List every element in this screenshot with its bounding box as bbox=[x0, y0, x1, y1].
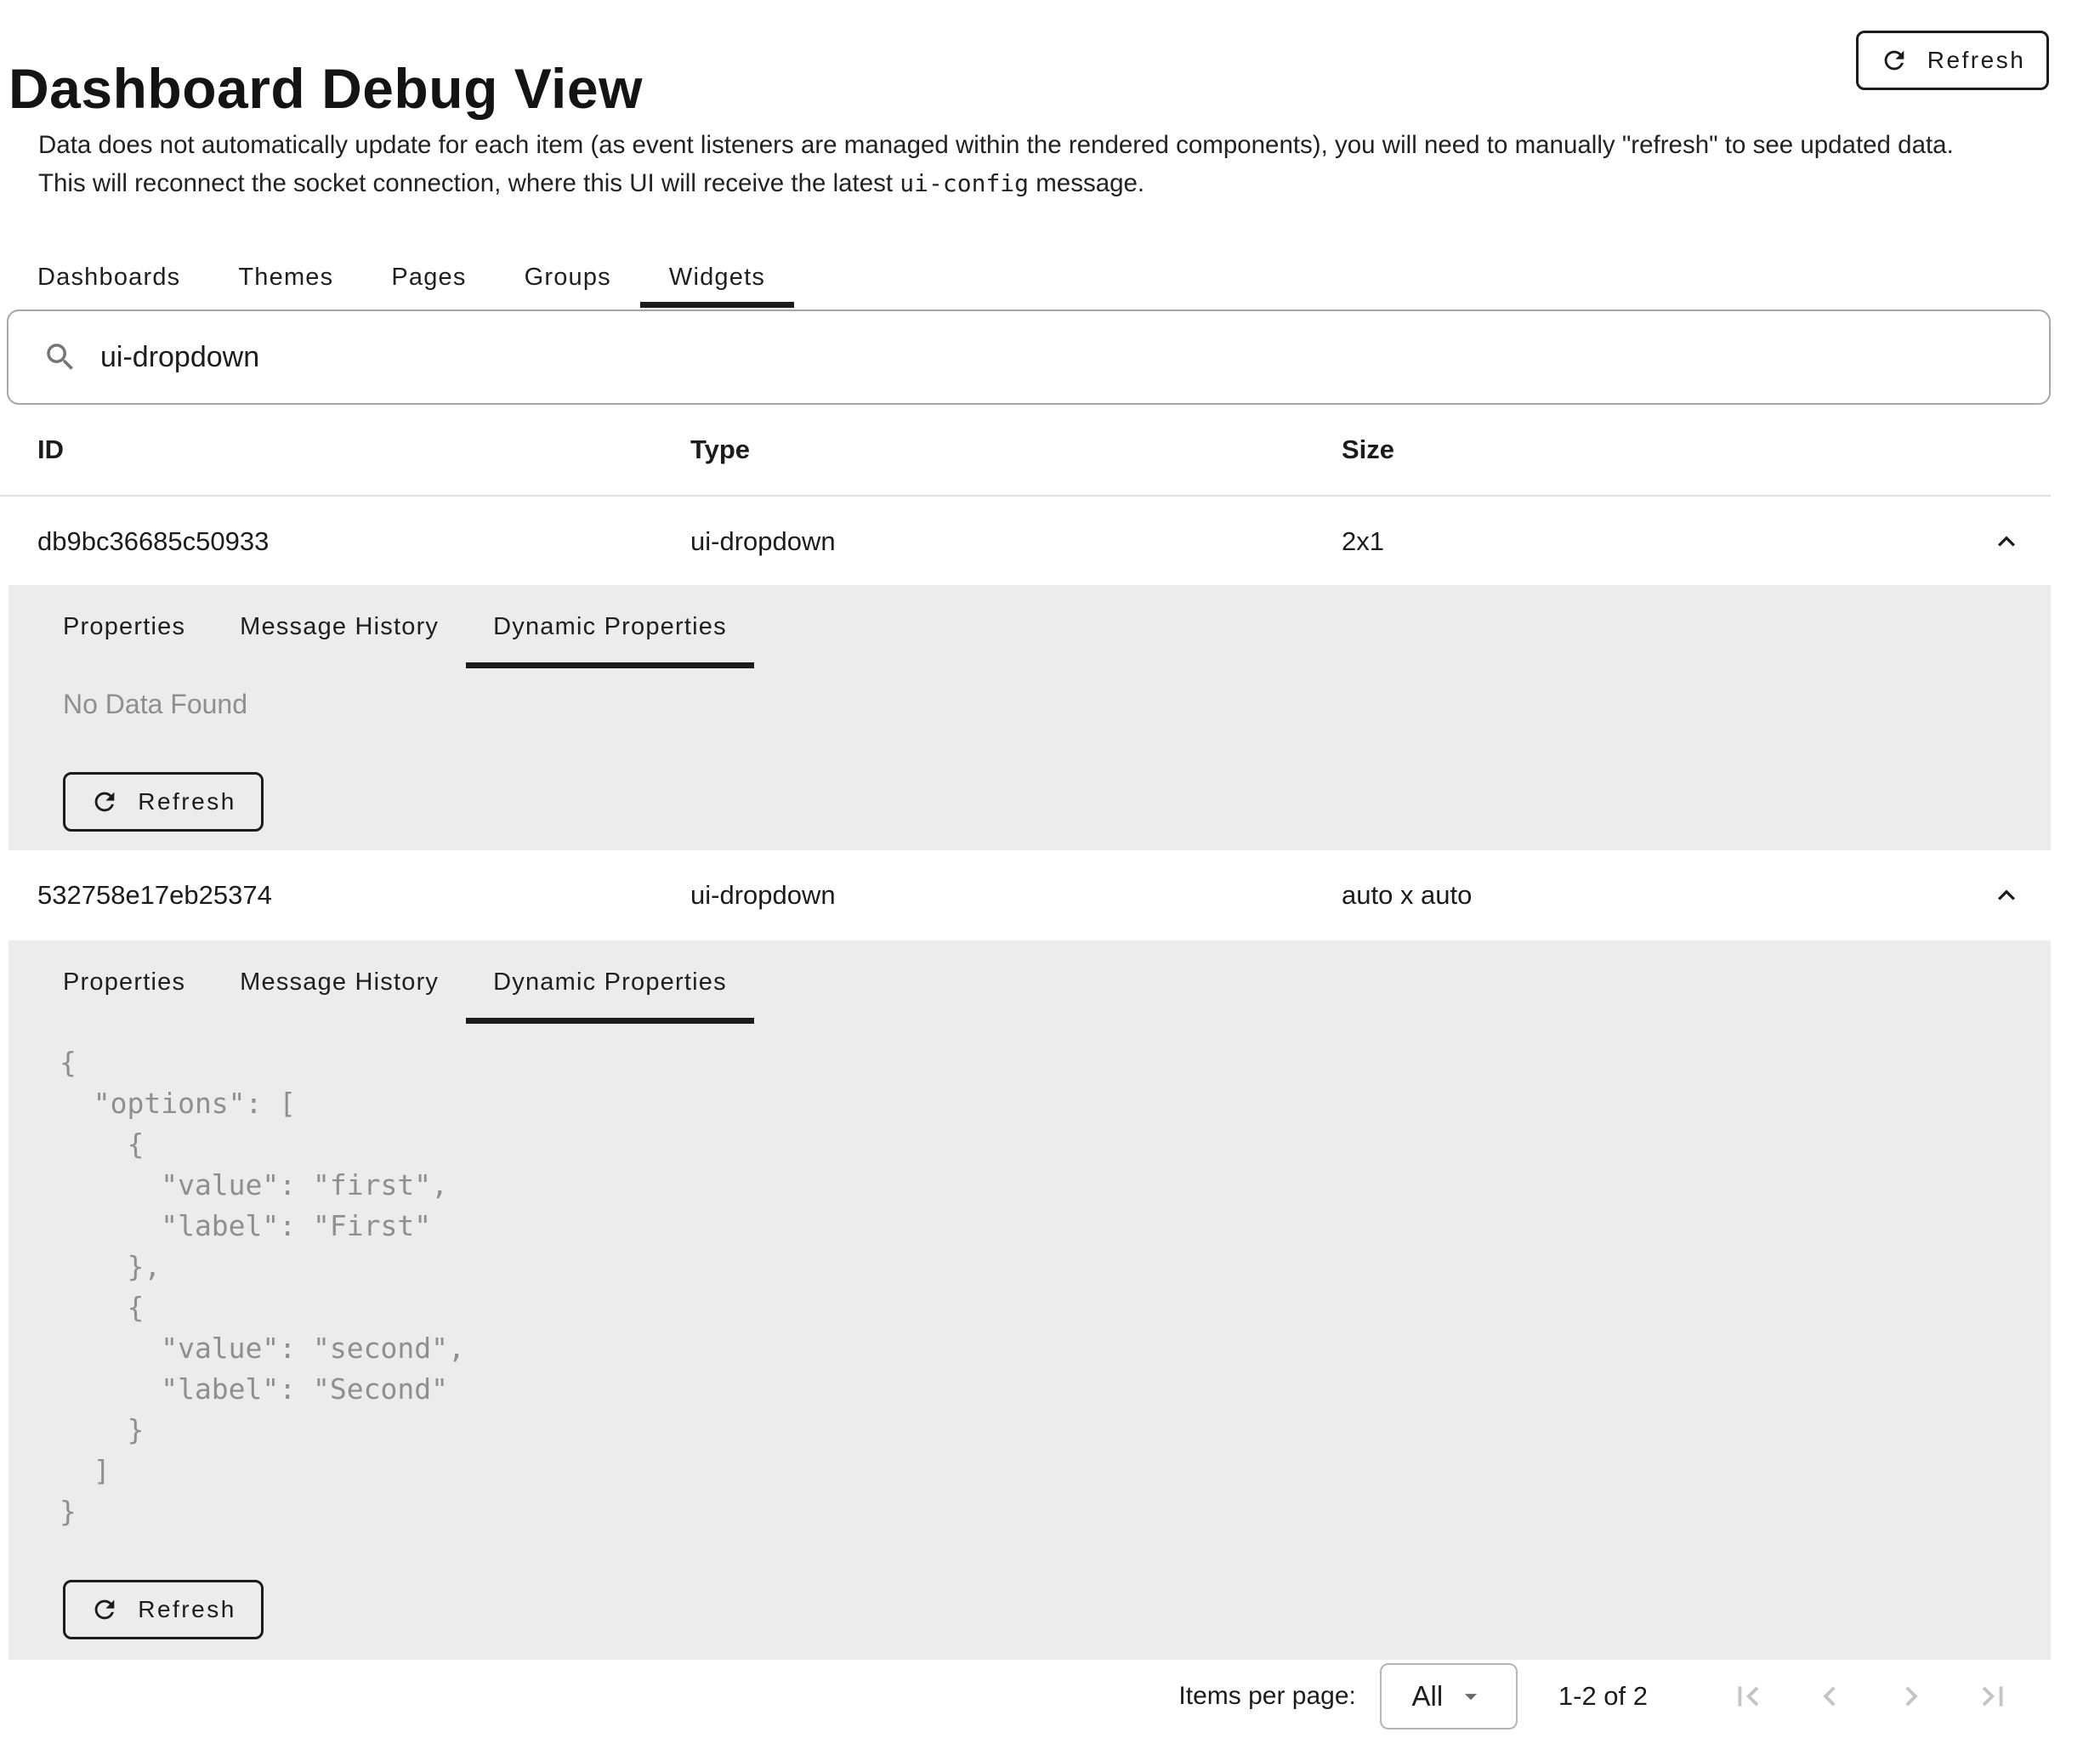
detail-tab-bar: Properties Message History Dynamic Prope… bbox=[36, 940, 754, 1024]
items-per-page-select[interactable]: All bbox=[1380, 1663, 1518, 1729]
collapse-row-button[interactable] bbox=[1986, 875, 2027, 916]
next-page-button[interactable] bbox=[1891, 1676, 1932, 1717]
tab-dashboards[interactable]: Dashboards bbox=[9, 247, 209, 308]
column-header-id: ID bbox=[37, 434, 64, 465]
refresh-button-label: Refresh bbox=[138, 1596, 236, 1623]
page-title: Dashboard Debug View bbox=[9, 56, 643, 121]
last-page-icon bbox=[1973, 1677, 2012, 1716]
ui-config-code: ui-config bbox=[900, 169, 1029, 197]
tab-groups[interactable]: Groups bbox=[496, 247, 640, 308]
main-tab-bar: Dashboards Themes Pages Groups Widgets bbox=[9, 247, 794, 308]
column-header-type: Type bbox=[690, 434, 750, 465]
items-per-page-value: All bbox=[1412, 1680, 1444, 1712]
detail-tab-message-history[interactable]: Message History bbox=[213, 940, 466, 1024]
refresh-button[interactable]: Refresh bbox=[63, 772, 264, 832]
no-data-found-text: No Data Found bbox=[63, 689, 247, 720]
detail-tab-dynamic-properties[interactable]: Dynamic Properties bbox=[466, 940, 754, 1024]
row-type-cell: ui-dropdown bbox=[690, 880, 836, 911]
first-page-icon bbox=[1728, 1677, 1768, 1716]
tab-pages[interactable]: Pages bbox=[362, 247, 495, 308]
paginator: Items per page: All 1-2 of 2 bbox=[0, 1658, 2051, 1735]
refresh-icon bbox=[1880, 46, 1909, 75]
dropdown-arrow-icon bbox=[1456, 1682, 1485, 1711]
detail-tab-message-history[interactable]: Message History bbox=[213, 585, 466, 668]
detail-tab-dynamic-properties[interactable]: Dynamic Properties bbox=[466, 585, 754, 668]
refresh-button[interactable]: Refresh bbox=[1856, 31, 2049, 90]
row-detail-panel: Properties Message History Dynamic Prope… bbox=[9, 940, 2051, 1660]
tab-themes[interactable]: Themes bbox=[209, 247, 362, 308]
row-size-cell: auto x auto bbox=[1342, 880, 1472, 911]
refresh-button-label: Refresh bbox=[138, 788, 236, 815]
description-line-2: This will reconnect the socket connectio… bbox=[38, 164, 1954, 202]
refresh-button[interactable]: Refresh bbox=[63, 1580, 264, 1639]
row-size-cell: 2x1 bbox=[1342, 526, 1384, 557]
first-page-button[interactable] bbox=[1728, 1676, 1768, 1717]
detail-tab-properties[interactable]: Properties bbox=[36, 585, 213, 668]
refresh-icon bbox=[90, 1595, 119, 1624]
row-id-cell: 532758e17eb25374 bbox=[37, 880, 272, 911]
search-input[interactable] bbox=[100, 341, 2023, 374]
detail-tab-bar: Properties Message History Dynamic Prope… bbox=[36, 585, 754, 668]
chevron-left-icon bbox=[1810, 1677, 1849, 1716]
search-box bbox=[7, 310, 2051, 405]
page-range-label: 1-2 of 2 bbox=[1558, 1681, 1648, 1712]
last-page-button[interactable] bbox=[1972, 1676, 2013, 1717]
chevron-up-icon bbox=[1989, 878, 2023, 912]
description-line-1: Data does not automatically update for e… bbox=[38, 126, 1954, 164]
row-id-cell: db9bc36685c50933 bbox=[37, 526, 269, 557]
detail-tab-properties[interactable]: Properties bbox=[36, 940, 213, 1024]
chevron-up-icon bbox=[1989, 525, 2023, 559]
table-row: db9bc36685c50933 ui-dropdown 2x1 bbox=[0, 498, 2051, 585]
previous-page-button[interactable] bbox=[1809, 1676, 1850, 1717]
refresh-button-label: Refresh bbox=[1927, 47, 2026, 74]
collapse-row-button[interactable] bbox=[1986, 521, 2027, 562]
table-row: 532758e17eb25374 ui-dropdown auto x auto bbox=[0, 850, 2051, 940]
dynamic-properties-json: { "options": [ { "value": "first", "labe… bbox=[60, 1042, 465, 1532]
refresh-icon bbox=[90, 787, 119, 816]
chevron-right-icon bbox=[1892, 1677, 1931, 1716]
items-per-page-label: Items per page: bbox=[1178, 1682, 1355, 1711]
tab-widgets[interactable]: Widgets bbox=[640, 247, 794, 308]
row-detail-panel: Properties Message History Dynamic Prope… bbox=[9, 585, 2051, 850]
page-description: Data does not automatically update for e… bbox=[38, 126, 1954, 202]
row-type-cell: ui-dropdown bbox=[690, 526, 836, 557]
column-header-size: Size bbox=[1342, 434, 1394, 465]
table-header: ID Type Size bbox=[0, 405, 2051, 497]
search-icon bbox=[43, 339, 78, 375]
